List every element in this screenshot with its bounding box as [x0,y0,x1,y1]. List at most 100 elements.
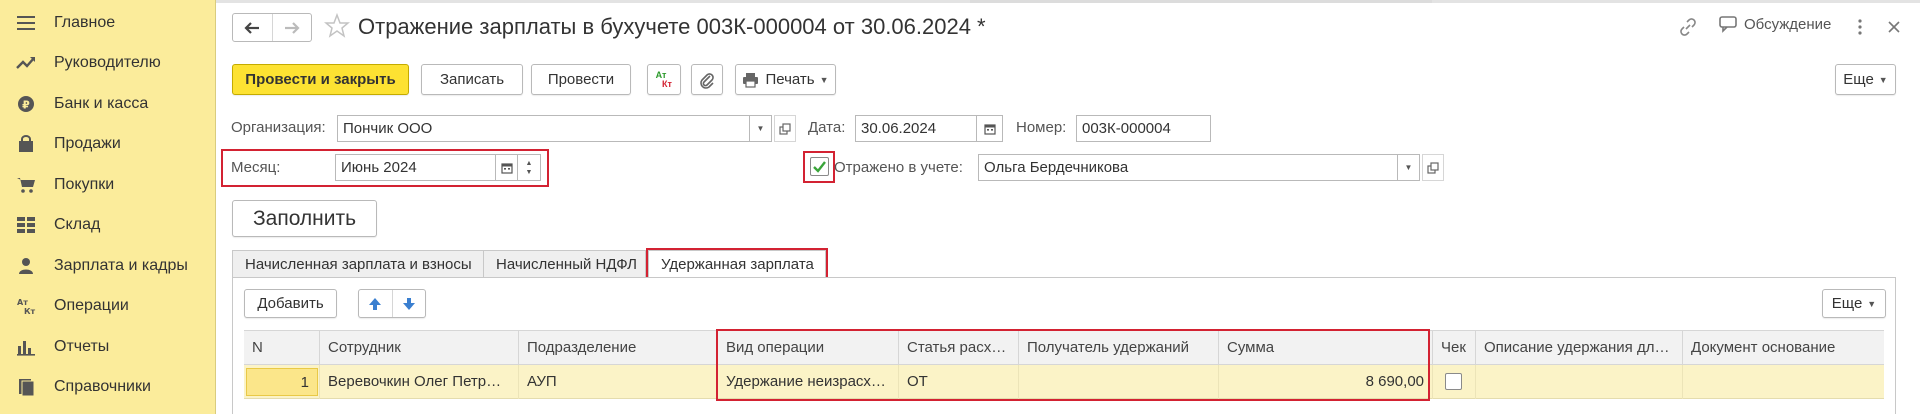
month-calendar-button[interactable] [496,154,518,181]
sidebar-item-warehouse[interactable]: Склад [0,205,216,245]
column-header-base-document[interactable]: Документ основание [1683,331,1884,366]
close-icon[interactable] [1886,19,1902,35]
post-and-close-button[interactable]: Провести и закрыть [232,64,409,95]
arrow-right-icon [284,21,300,34]
sidebar-item-label: Зарплата и кадры [54,257,188,274]
reflected-user-open-button[interactable] [1422,154,1444,181]
sidebar-item-label: Отчеты [54,338,110,355]
sidebar-item-reports[interactable]: Отчеты [0,327,216,367]
sidebar-item-label: Операции [54,297,129,314]
calendar-icon [500,162,513,174]
chat-icon [1719,16,1737,33]
move-down-button[interactable] [393,290,426,317]
dt-kt-button[interactable]: Ат Кт [647,64,681,95]
sidebar-item-purchases[interactable]: Покупки [0,165,216,205]
chevron-down-icon: ▼ [819,74,829,85]
reflected-user-dropdown-button[interactable]: ▼ [1398,154,1420,181]
svg-text:Кт: Кт [24,307,36,315]
print-label: Печать [765,71,815,88]
column-header-expense-item[interactable]: Статья расх… [899,331,1019,366]
column-header-operation[interactable]: Вид операции [718,331,899,366]
cell-department[interactable]: АУП [519,365,718,399]
reflected-checkbox[interactable] [810,157,829,176]
cell-n[interactable]: 1 [244,365,320,399]
sidebar-item-references[interactable]: Справочники [0,367,216,407]
organization-field[interactable]: Пончик ООО [337,115,750,142]
organization-dropdown-button[interactable]: ▼ [750,115,772,142]
back-button[interactable] [233,14,272,41]
chevron-down-icon: ▼ [1867,298,1877,309]
month-field[interactable]: Июнь 2024 [335,154,496,181]
paperclip-icon [700,72,714,89]
organization-open-button[interactable] [774,115,796,142]
more-label: Еще [1843,71,1874,88]
discussion-label: Обсуждение [1744,15,1832,33]
column-header-employee[interactable]: Сотрудник [320,331,519,366]
add-row-button[interactable]: Добавить [244,289,337,318]
cell-base-document[interactable] [1683,365,1884,399]
column-header-n[interactable]: N [244,331,320,366]
attach-button[interactable] [691,64,723,95]
printer-icon [743,72,759,88]
checkmark-icon [813,161,826,173]
forward-button[interactable] [271,14,311,41]
trend-icon [16,57,35,69]
chevron-down-icon: ▼ [756,124,765,133]
sidebar-item-sales[interactable]: Продажи [0,124,216,164]
column-header-description[interactable]: Описание удержания дл… [1476,331,1683,366]
cell-description[interactable] [1476,365,1683,399]
arrow-down-icon [402,297,415,310]
column-header-department[interactable]: Подразделение [519,331,718,366]
tab-withheld-salary[interactable]: Удержанная зарплата [648,250,826,278]
warehouse-grid-icon [17,217,35,233]
sidebar: Главное Руководителю ₽ Банк и касса Прод… [0,0,216,414]
tab-accrued-salary[interactable]: Начисленная зарплата и взносы [232,250,484,278]
cell-check[interactable] [1433,365,1476,399]
table-more-button[interactable]: Еще ▼ [1822,289,1886,318]
number-field[interactable]: 003К-000004 [1076,115,1211,142]
sidebar-item-operations[interactable]: Ат Кт Операции [0,286,216,326]
column-header-amount[interactable]: Сумма [1219,331,1433,366]
column-header-recipient[interactable]: Получатель удержаний [1019,331,1219,366]
shopping-bag-icon [19,135,33,152]
cell-expense-item[interactable]: ОТ [899,365,1019,399]
cell-operation[interactable]: Удержание неизрасх… [718,365,899,399]
table-row[interactable]: 1 Веревочкин Олег Петр… АУП Удержание не… [244,365,1884,399]
fill-button[interactable]: Заполнить [232,200,377,237]
more-vertical-icon[interactable] [1856,18,1864,36]
date-calendar-button[interactable] [977,115,1003,142]
save-button[interactable]: Записать [421,64,523,95]
sidebar-item-main[interactable]: Главное [0,3,216,43]
organization-label: Организация: [231,119,326,136]
sidebar-item-bank[interactable]: ₽ Банк и касса [0,84,216,124]
cell-recipient[interactable] [1019,365,1219,399]
discussion-button[interactable]: Обсуждение [1718,15,1831,33]
tab-accrued-ndfl[interactable]: Начисленный НДФЛ [483,250,646,278]
arrow-left-icon [244,21,260,34]
date-field[interactable]: 30.06.2024 [855,115,977,142]
print-button[interactable]: Печать ▼ [735,64,836,95]
post-button[interactable]: Провести [531,64,631,95]
favorite-star-icon[interactable] [324,13,350,39]
cell-employee[interactable]: Веревочкин Олег Петр… [320,365,519,399]
chevron-down-icon: ▼ [1878,74,1888,85]
reflected-user-field[interactable]: Ольга Бердечникова [978,154,1398,181]
top-border-accent [970,0,1432,3]
sidebar-item-label: Продажи [54,135,121,152]
cell-amount[interactable]: 8 690,00 [1219,365,1433,399]
sidebar-item-salary-hr[interactable]: Зарплата и кадры [0,246,216,286]
link-icon[interactable] [1678,17,1698,37]
cell-n-value[interactable]: 1 [246,368,318,396]
check-checkbox[interactable] [1445,373,1462,390]
ruble-coin-icon: ₽ [18,96,34,112]
bar-chart-icon [17,341,35,356]
sidebar-item-label: Покупки [54,176,115,193]
reflected-label: Отражено в учете: [834,159,963,176]
column-header-check[interactable]: Чек [1433,331,1476,366]
debit-credit-icon: АтКт [17,298,36,315]
more-button[interactable]: Еще ▼ [1835,64,1896,95]
sidebar-item-manager[interactable]: Руководителю [0,43,216,83]
books-icon [19,379,35,396]
month-stepper[interactable]: ▲ ▼ [518,154,541,181]
move-up-button[interactable] [359,290,393,317]
